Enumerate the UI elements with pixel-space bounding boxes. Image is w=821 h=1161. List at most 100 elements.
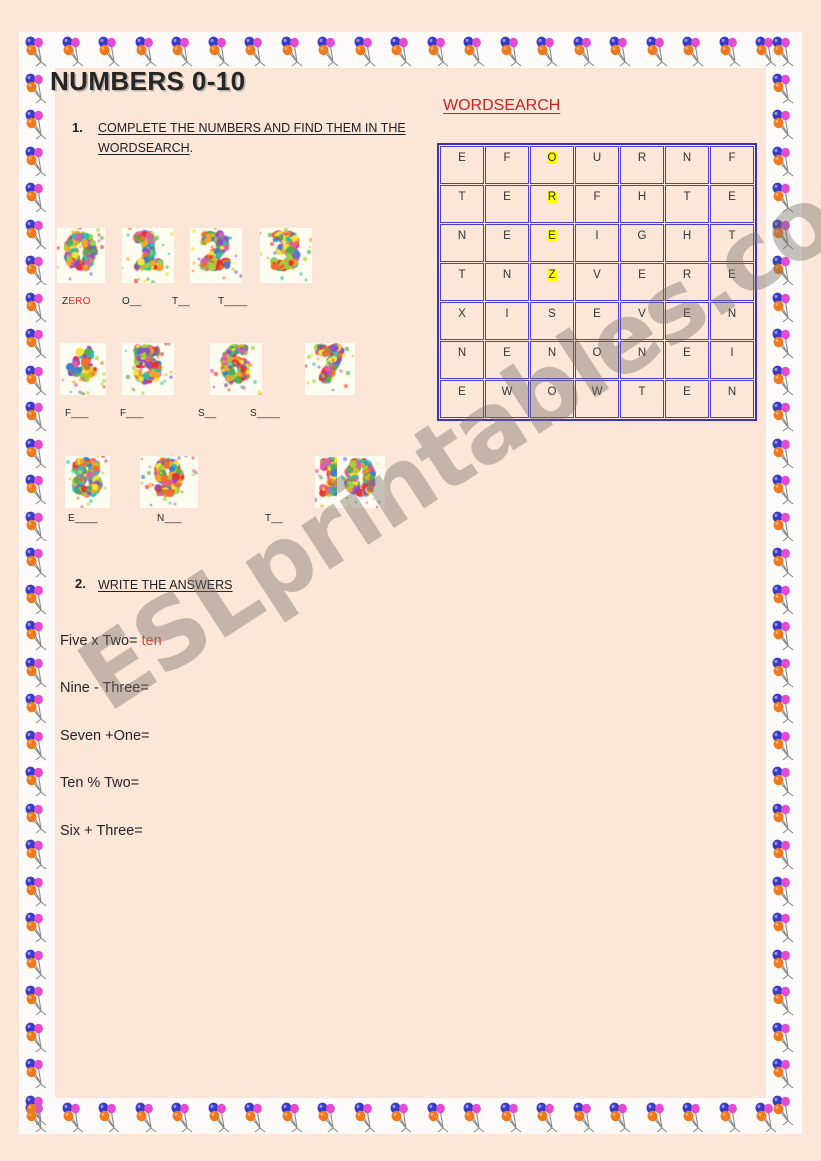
balloon-bunch-icon [19, 726, 55, 762]
wordsearch-cell[interactable]: F [575, 185, 619, 223]
wordsearch-cell[interactable]: E [485, 341, 529, 379]
equation-row[interactable]: Six + Three= [60, 823, 143, 839]
wordsearch-cell[interactable]: F [710, 146, 754, 184]
number-word-blank[interactable]: E____ [68, 513, 98, 524]
balloon-bunch-icon [19, 324, 55, 360]
wordsearch-cell[interactable]: N [710, 302, 754, 340]
balloon-bunch-icon [19, 507, 55, 543]
number-word-blank[interactable]: F___ [65, 408, 89, 419]
balloon-bunch-icon [494, 32, 530, 68]
wordsearch-cell[interactable]: R [530, 185, 574, 223]
wordsearch-letter: N [457, 230, 467, 242]
wordsearch-cell[interactable]: T [710, 224, 754, 262]
balloon-bunch-icon [92, 1098, 128, 1134]
wordsearch-cell[interactable]: N [530, 341, 574, 379]
balloon-bunch-icon [530, 32, 566, 68]
wordsearch-cell[interactable]: Z [530, 263, 574, 301]
wordsearch-cell[interactable]: O [575, 341, 619, 379]
wordsearch-cell[interactable]: N [440, 341, 484, 379]
wordsearch-cell[interactable]: T [440, 185, 484, 223]
wordsearch-cell[interactable]: E [485, 185, 529, 223]
balloon-bunch-icon [19, 288, 55, 324]
wordsearch-cell[interactable]: I [575, 224, 619, 262]
balloon-bunch-icon [766, 835, 802, 871]
balloon-bunch-icon [19, 470, 55, 506]
wordsearch-cell[interactable]: T [665, 185, 709, 223]
wordsearch-cell[interactable]: H [620, 185, 664, 223]
wordsearch-cell[interactable]: O [530, 380, 574, 418]
wordsearch-cell[interactable]: G [620, 224, 664, 262]
wordsearch-cell[interactable]: W [575, 380, 619, 418]
balloon-bunch-icon [19, 543, 55, 579]
wordsearch-letter: N [727, 386, 737, 398]
number-image-1 [122, 228, 174, 283]
wordsearch-cell[interactable]: E [620, 263, 664, 301]
wordsearch-letter: E [683, 308, 691, 320]
number-word-blank[interactable]: T__ [172, 296, 190, 307]
balloon-bunch-icon [766, 616, 802, 652]
number-word-blank[interactable]: O__ [122, 296, 142, 307]
equation-row[interactable]: Five x Two= ten [60, 633, 162, 649]
wordsearch-letter: W [591, 386, 603, 398]
balloon-bunch-icon [19, 251, 55, 287]
balloon-bunch-icon [766, 215, 802, 251]
wordsearch-cell[interactable]: E [440, 380, 484, 418]
wordsearch-cell[interactable]: W [485, 380, 529, 418]
balloon-bunch-icon [238, 32, 274, 68]
wordsearch-cell[interactable]: E [530, 224, 574, 262]
section-1-instruction-line2: WORDSEARCH [98, 141, 190, 155]
wordsearch-cell[interactable]: N [665, 146, 709, 184]
wordsearch-letter: F [728, 152, 736, 164]
wordsearch-cell[interactable]: O [530, 146, 574, 184]
wordsearch-grid[interactable]: E F O U R N F T E R F H T E N E E I G H T T N Z V E R E X I S E V E N N E N O N… [437, 143, 757, 421]
wordsearch-cell[interactable]: E [665, 380, 709, 418]
wordsearch-cell[interactable]: V [575, 263, 619, 301]
wordsearch-cell[interactable]: E [665, 302, 709, 340]
wordsearch-cell[interactable]: E [665, 341, 709, 379]
wordsearch-title: WORDSEARCH [443, 97, 561, 114]
wordsearch-cell[interactable]: E [710, 185, 754, 223]
balloon-bunch-icon [713, 1098, 749, 1134]
number-word-blank[interactable]: N___ [157, 513, 182, 524]
wordsearch-cell[interactable]: N [440, 224, 484, 262]
balloon-bunch-icon [766, 872, 802, 908]
number-word-blank[interactable]: T__ [265, 513, 283, 524]
wordsearch-cell[interactable]: E [710, 263, 754, 301]
wordsearch-cell[interactable]: E [575, 302, 619, 340]
wordsearch-cell[interactable]: R [620, 146, 664, 184]
wordsearch-cell[interactable]: N [710, 380, 754, 418]
wordsearch-letter: N [682, 152, 692, 164]
wordsearch-cell[interactable]: I [485, 302, 529, 340]
wordsearch-cell[interactable]: F [485, 146, 529, 184]
wordsearch-cell[interactable]: V [620, 302, 664, 340]
wordsearch-cell[interactable]: S [530, 302, 574, 340]
balloon-bunch-icon [567, 32, 603, 68]
equation-row[interactable]: Nine - Three= [60, 680, 149, 696]
number-image-4 [60, 343, 106, 395]
wordsearch-cell[interactable]: E [440, 146, 484, 184]
wordsearch-cell[interactable]: N [620, 341, 664, 379]
equation-row[interactable]: Ten % Two= [60, 775, 139, 791]
equation-row[interactable]: Seven +One= [60, 728, 150, 744]
number-word-blank[interactable]: F___ [120, 408, 144, 419]
balloon-bunch-icon [766, 361, 802, 397]
wordsearch-cell[interactable]: E [485, 224, 529, 262]
wordsearch-cell[interactable]: R [665, 263, 709, 301]
wordsearch-cell[interactable]: X [440, 302, 484, 340]
balloon-bunch-icon [19, 105, 55, 141]
number-word-blank[interactable]: S__ [198, 408, 216, 419]
wordsearch-cell[interactable]: N [485, 263, 529, 301]
balloon-bunch-icon [766, 580, 802, 616]
number-word-blank[interactable]: S____ [250, 408, 280, 419]
wordsearch-cell[interactable]: U [575, 146, 619, 184]
balloon-bunch-icon [766, 324, 802, 360]
balloon-bunch-icon [766, 981, 802, 1017]
wordsearch-cell[interactable]: T [620, 380, 664, 418]
wordsearch-letter: W [501, 386, 513, 398]
wordsearch-cell[interactable]: I [710, 341, 754, 379]
balloon-bunch-icon [766, 105, 802, 141]
number-word-blank[interactable]: T____ [218, 296, 247, 307]
wordsearch-cell[interactable]: H [665, 224, 709, 262]
wordsearch-cell[interactable]: T [440, 263, 484, 301]
number-word-blank[interactable]: ZERO [62, 296, 91, 307]
